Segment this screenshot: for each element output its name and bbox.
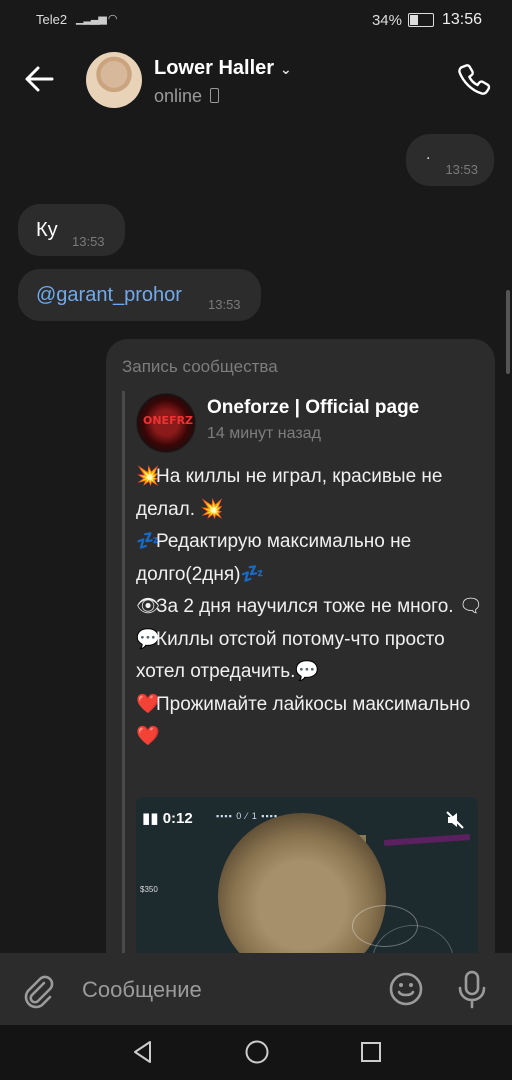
smile-icon[interactable]	[388, 971, 424, 1007]
message-text: Ку	[36, 219, 58, 241]
mute-icon[interactable]	[444, 809, 466, 831]
quote-line	[122, 391, 125, 979]
video-time: ▮▮ 0:12	[142, 810, 193, 827]
nav-recent-icon[interactable]	[358, 1039, 384, 1065]
message-time: 13:53	[72, 234, 105, 249]
speech-balloon-emoji-icon: 💬	[295, 661, 320, 682]
battery-icon	[408, 13, 434, 27]
online-status: online	[154, 86, 220, 107]
speech-bubble-emoji-icon: 🗨	[458, 596, 483, 617]
group-name[interactable]: Oneforze | Official page	[207, 397, 419, 419]
battery-percent: 34%	[371, 12, 402, 29]
weapon-icon	[383, 834, 471, 846]
heart-emoji-icon: ❤️	[136, 726, 160, 747]
eye-emoji-icon: 👁	[136, 596, 161, 617]
mention-link[interactable]: @garant_prohor	[36, 284, 182, 307]
nav-back-icon[interactable]	[130, 1039, 156, 1065]
message-incoming[interactable]: @garant_prohor 13:53	[18, 269, 261, 321]
post-line-text: Редактирую максимально не долго(2дня)	[136, 531, 412, 585]
heart-emoji-icon: ❤️	[136, 693, 160, 715]
carrier-label: Tele2	[36, 12, 68, 27]
microphone-icon[interactable]	[454, 969, 490, 1009]
community-post-message[interactable]: Запись сообщества ONEFRZ Oneforze | Offi…	[106, 339, 495, 979]
message-incoming[interactable]: Ку 13:53	[18, 204, 125, 256]
clock: 13:56	[441, 11, 482, 28]
paperclip-icon[interactable]	[20, 973, 56, 1009]
video-time-text: 0:12	[162, 810, 193, 827]
scrollbar[interactable]	[506, 290, 510, 374]
message-time: 13:53	[445, 162, 478, 177]
post-line-text: На киллы не играл, красивые не делал.	[136, 466, 443, 520]
arrow-left-icon[interactable]	[22, 62, 56, 96]
contact-name-text: Lower Haller	[154, 57, 275, 79]
post-line: 💥На киллы не играл, красивые не делал. 💥	[136, 461, 486, 526]
post-line-text: Прожимайте лайкосы максимально	[156, 693, 471, 715]
post-line-text: Киллы отстой потому-что просто хотел отр…	[136, 628, 445, 683]
message-input[interactable]	[82, 972, 372, 1008]
status-bar: Tele2 ▁▂▃▅ ◠ 34% 13:56	[0, 0, 512, 40]
post-line: ❤️Прожимайте лайкосы максимально❤️	[136, 689, 486, 754]
chat-header: Lower Haller ⌄ online	[0, 40, 512, 120]
message-composer	[0, 953, 512, 1025]
video-preview[interactable]: $350 ▮▮ 0:12 ▪▪▪▪ 0 ⁄ 1 ▪▪▪▪	[136, 797, 478, 979]
online-status-text: online	[154, 86, 203, 106]
video-money: $350	[140, 885, 158, 894]
signal-icon: ▁▂▃▅ ◠	[76, 13, 117, 25]
post-time: 14 минут назад	[207, 425, 321, 442]
post-line: 💤Редактирую максимально не долго(2дня)💤	[136, 526, 486, 591]
message-time: 13:53	[208, 297, 241, 312]
nav-home-icon[interactable]	[244, 1039, 270, 1065]
message-outgoing[interactable]: . 13:53	[406, 134, 494, 186]
explosion-emoji-icon: 💥	[136, 466, 160, 487]
explosion-emoji-icon: 💥	[200, 498, 224, 520]
post-line: 💬Киллы отстой потому-что просто хотел от…	[136, 624, 486, 689]
speech-balloon-emoji-icon: 💬	[136, 628, 160, 650]
post-text: 💥На киллы не играл, красивые не делал. 💥…	[136, 461, 486, 754]
post-line-text: За 2 дня научился тоже не много.	[156, 596, 454, 617]
avatar[interactable]	[86, 52, 142, 108]
group-avatar[interactable]: ONEFRZ	[136, 393, 196, 453]
phone-icon[interactable]	[456, 62, 492, 98]
video-scoreboard: ▪▪▪▪ 0 ⁄ 1 ▪▪▪▪	[216, 811, 279, 821]
sleep-emoji-icon: 💤	[136, 531, 160, 552]
post-line: 👁За 2 дня научился тоже не много. 🗨	[136, 591, 486, 624]
chevron-down-icon: ⌄	[280, 61, 292, 77]
sleep-emoji-icon: 💤	[240, 563, 265, 585]
mobile-device-icon	[210, 88, 220, 103]
post-type-label: Запись сообщества	[122, 357, 278, 376]
contact-name[interactable]: Lower Haller ⌄	[154, 57, 292, 80]
message-text: .	[426, 146, 431, 163]
system-nav-bar	[0, 1025, 512, 1080]
